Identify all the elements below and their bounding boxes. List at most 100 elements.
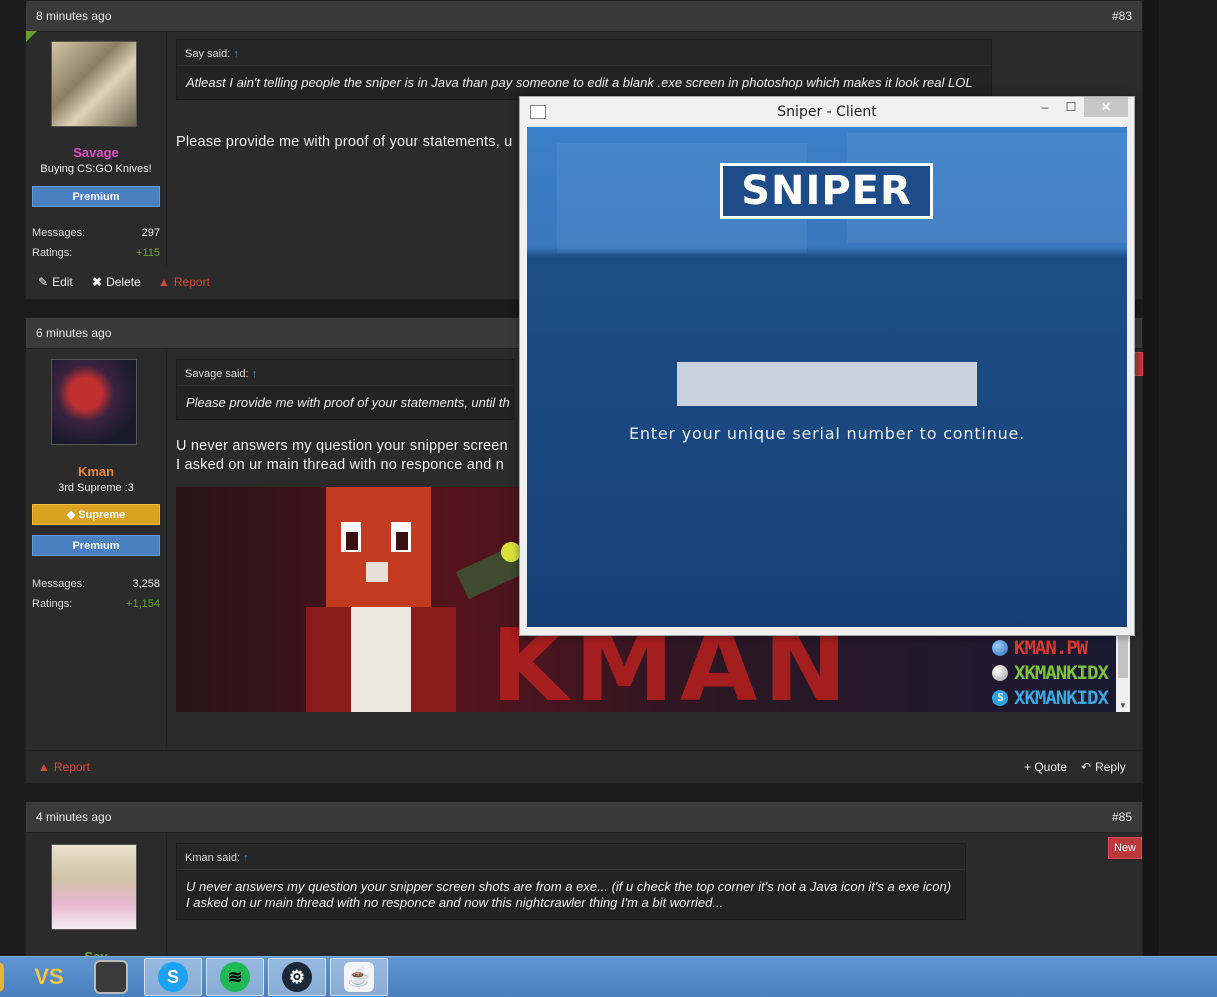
page-gutter xyxy=(1143,0,1159,956)
scroll-down-icon[interactable]: ▼ xyxy=(1116,701,1130,710)
warning-icon: ▲ xyxy=(158,275,170,289)
pencil-icon: ✎ xyxy=(38,275,49,289)
quote-text: Please provide me with proof of your sta… xyxy=(186,395,510,410)
avatar[interactable] xyxy=(51,844,137,930)
signature-link[interactable]: S XKMANKIDX xyxy=(992,685,1109,710)
new-badge: New xyxy=(1108,837,1143,859)
supreme-label: Supreme xyxy=(78,509,126,521)
spotify-icon: ≋ xyxy=(220,962,250,992)
taskbar-skype[interactable]: S xyxy=(144,958,202,996)
close-icon: ✖ xyxy=(92,275,103,289)
serial-number-input[interactable] xyxy=(677,362,977,406)
window-titlebar[interactable]: Sniper - Client – ☐ ✕ xyxy=(520,97,1134,126)
quote-header: Say said: ↑ xyxy=(177,40,991,66)
report-button[interactable]: ▲ Report xyxy=(38,760,90,774)
taskbar-steam[interactable]: ⚙ xyxy=(268,958,326,996)
ratings-label: Ratings: xyxy=(32,598,73,610)
user-title: Buying CS:GO Knives! xyxy=(40,163,152,175)
quote-button[interactable]: + Quote xyxy=(1024,760,1067,774)
post-time[interactable]: 6 minutes ago xyxy=(36,326,111,340)
messages-count: 3,258 xyxy=(132,578,160,590)
username[interactable]: Savage xyxy=(26,145,166,160)
post-time[interactable]: 4 minutes ago xyxy=(36,810,111,824)
avatar[interactable] xyxy=(51,41,137,127)
quote-author[interactable]: Say said: xyxy=(185,48,230,60)
quote-block: Kman said: ↑ U never answers my question… xyxy=(176,843,966,920)
post-message: Please provide me with proof of your sta… xyxy=(176,134,513,150)
delete-button[interactable]: ✖ Delete xyxy=(92,275,141,289)
taskbar-visual-studio[interactable]: VS xyxy=(20,958,78,996)
jump-to-quote-icon[interactable]: ↑ xyxy=(252,368,258,380)
signature-link[interactable]: KMAN.PW xyxy=(992,635,1108,660)
skype-icon: S xyxy=(158,962,188,992)
username[interactable]: Kman xyxy=(26,464,166,479)
diamond-icon: ◆ xyxy=(66,509,76,521)
movie-maker-icon xyxy=(94,960,128,994)
post-header: 4 minutes ago #85 xyxy=(26,802,1142,833)
ratings-count: +115 xyxy=(136,247,160,259)
edit-button[interactable]: ✎ Edit xyxy=(38,275,73,289)
delete-label: Delete xyxy=(106,275,141,289)
ratings-label: Ratings: xyxy=(32,247,73,259)
jump-to-quote-icon[interactable]: ↑ xyxy=(243,852,249,864)
messages-label: Messages: xyxy=(32,578,86,590)
taskbar-spotify[interactable]: ≋ xyxy=(206,958,264,996)
signature-links: KMAN.PW XKMANKIDX S XKMANKIDX xyxy=(992,635,1109,710)
taskbar-movie-maker[interactable] xyxy=(82,958,140,996)
reply-button[interactable]: ↶ Reply xyxy=(1081,760,1126,774)
post-number[interactable]: #83 xyxy=(1112,9,1132,23)
quote-line: I asked on ur main thread with no respon… xyxy=(186,895,724,910)
report-button[interactable]: ▲ Report xyxy=(158,275,210,289)
folder-icon xyxy=(0,962,4,992)
user-title: 3rd Supreme :3 xyxy=(58,482,134,494)
messages-count: 297 xyxy=(141,227,160,239)
edit-label: Edit xyxy=(52,275,73,289)
quote-author[interactable]: Kman said: xyxy=(185,852,240,864)
signature-link[interactable]: XKMANKIDX xyxy=(992,660,1109,685)
xbox-icon xyxy=(992,664,1009,681)
quote-line: U never answers my question your snipper… xyxy=(186,879,952,894)
client-area: SNIPER Enter your unique serial number t… xyxy=(527,127,1127,627)
serial-hint: Enter your unique serial number to conti… xyxy=(628,424,1026,443)
forum-post: 4 minutes ago #85 Say Kman said: ↑ U nev… xyxy=(25,801,1143,964)
quote-text: Atleast I ain't telling people the snipe… xyxy=(186,75,973,90)
jump-to-quote-icon[interactable]: ↑ xyxy=(233,48,239,60)
taskbar-java[interactable]: ☕ xyxy=(330,958,388,996)
close-button[interactable]: ✕ xyxy=(1084,97,1128,117)
sniper-client-window[interactable]: Sniper - Client – ☐ ✕ SNIPER Enter your … xyxy=(519,96,1135,636)
warning-icon: ▲ xyxy=(38,760,50,774)
page-margin xyxy=(1159,0,1217,956)
maximize-button[interactable]: ☐ xyxy=(1058,97,1084,117)
quote-header: Savage said: ↑ xyxy=(177,360,513,386)
quote-block: Savage said: ↑ Please provide me with pr… xyxy=(176,359,514,420)
report-label: Report xyxy=(173,275,210,289)
scrollbar-thumb[interactable] xyxy=(1118,633,1128,678)
reply-icon: ↶ xyxy=(1081,760,1092,774)
avatar[interactable] xyxy=(51,359,137,445)
sniper-logo: SNIPER xyxy=(720,163,933,219)
steam-icon: ⚙ xyxy=(282,962,312,992)
quote-text: U never answers my question your snipper… xyxy=(177,870,965,919)
post-footer: ▲ Report + Quote ↶ Reply xyxy=(26,750,1142,783)
messages-label: Messages: xyxy=(32,227,86,239)
post-message-line: I asked on ur main thread with no respon… xyxy=(176,457,504,473)
supreme-badge: ◆ Supreme xyxy=(32,504,160,525)
quote-block: Say said: ↑ Atleast I ain't telling peop… xyxy=(176,39,992,100)
minimize-button[interactable]: – xyxy=(1032,97,1058,117)
quote-header: Kman said: ↑ xyxy=(177,844,965,870)
report-label: Report xyxy=(53,760,90,774)
post-time[interactable]: 8 minutes ago xyxy=(36,9,111,23)
divider xyxy=(166,32,167,266)
divider xyxy=(166,349,167,749)
reply-label: Reply xyxy=(1095,760,1126,774)
own-post-flag xyxy=(26,31,37,42)
quote-author[interactable]: Savage said: xyxy=(185,368,249,380)
link-text: KMAN.PW xyxy=(1014,636,1088,659)
post-number[interactable]: #85 xyxy=(1112,810,1132,824)
post-header: 8 minutes ago #83 xyxy=(26,1,1142,32)
taskbar: VS S ≋ ⚙ ☕ xyxy=(0,956,1217,997)
link-text: XKMANKIDX xyxy=(1014,686,1109,709)
skype-icon: S xyxy=(992,689,1009,706)
java-icon: ☕ xyxy=(344,962,374,992)
taskbar-folder[interactable] xyxy=(0,958,18,996)
